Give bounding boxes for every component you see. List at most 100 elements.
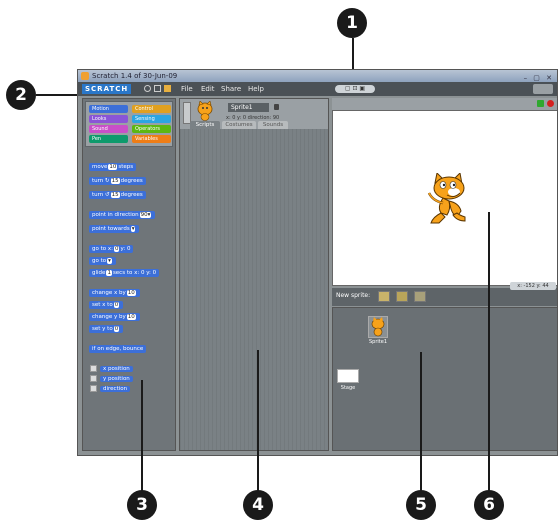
category-operators[interactable]: Operators: [132, 125, 171, 133]
presentation-mode-button[interactable]: [533, 84, 553, 94]
block-text: change y by: [92, 314, 126, 320]
block-text: move: [92, 164, 108, 170]
block-text: change x by: [92, 290, 126, 296]
sprite-list: Sprite1 Stage: [332, 307, 557, 451]
callout-marker-1: 1: [337, 8, 367, 38]
motion-block[interactable]: set x to 0: [89, 301, 124, 309]
stage-size-mode-buttons[interactable]: ▢ ⊡ ▣: [335, 85, 375, 93]
callout-leader-6: [488, 212, 490, 492]
block-text: degrees: [120, 192, 143, 198]
category-sensing[interactable]: Sensing: [132, 115, 171, 123]
sprite-name-field[interactable]: Sprite1: [228, 103, 269, 112]
random-sprite-icon[interactable]: [414, 291, 426, 302]
block-input[interactable]: 90▾: [139, 212, 152, 218]
window-title: Scratch 1.4 of 30-Jun-09: [92, 72, 178, 80]
reporter-block[interactable]: y position: [100, 376, 133, 382]
mouse-coordinate-readout: x: -152 y: 44: [510, 282, 556, 290]
reporter-row: x position: [90, 365, 133, 373]
reporter-row: direction: [90, 385, 131, 393]
block-input[interactable]: 10: [108, 164, 118, 170]
scratch-window: Scratch 1.4 of 30-Jun-09 – ▢ ✕ SCRATCH F…: [77, 69, 558, 456]
stop-sign-icon[interactable]: [547, 100, 554, 107]
reporter-checkbox[interactable]: [90, 375, 97, 382]
menu-file[interactable]: File: [181, 82, 193, 96]
block-input[interactable]: ▾: [130, 226, 136, 232]
tab-sounds[interactable]: Sounds: [258, 121, 288, 129]
app-icon: [81, 72, 89, 80]
sprite-thumbnail-cat-icon: [371, 317, 385, 337]
tab-scripts[interactable]: Scripts: [190, 121, 220, 129]
lock-icon[interactable]: [274, 104, 279, 110]
blocks-palette: Motion Control Looks Sensing Sound Operators P…: [82, 98, 176, 451]
motion-block[interactable]: go to ▾: [89, 257, 116, 265]
reporter-block[interactable]: direction: [100, 386, 131, 392]
tab-costumes[interactable]: Costumes: [222, 121, 256, 129]
block-input[interactable]: 15: [110, 178, 120, 184]
block-input[interactable]: 15: [110, 192, 120, 198]
stage-label: Stage: [340, 385, 356, 391]
paint-new-sprite-icon[interactable]: [378, 291, 390, 302]
script-area[interactable]: [180, 129, 328, 450]
cat-sprite-icon[interactable]: [427, 171, 471, 225]
menu-share[interactable]: Share: [221, 82, 241, 96]
stage-thumbnail[interactable]: [337, 369, 359, 383]
reporter-block[interactable]: x position: [100, 366, 133, 372]
callout-leader-2: [36, 94, 78, 96]
stage-toolbar: [332, 98, 557, 110]
category-motion[interactable]: Motion: [89, 105, 128, 113]
category-control[interactable]: Control: [132, 105, 171, 113]
motion-block[interactable]: go to x: 0 y: 0: [89, 245, 134, 253]
callout-marker-5: 5: [406, 490, 436, 520]
motion-block[interactable]: if on edge, bounce: [89, 345, 147, 353]
category-pen[interactable]: Pen: [89, 135, 128, 143]
reporter-checkbox[interactable]: [90, 365, 97, 372]
block-input[interactable]: 10: [126, 314, 136, 320]
reporter-row: y position: [90, 375, 133, 383]
category-variables[interactable]: Variables: [132, 135, 171, 143]
callout-marker-3: 3: [127, 490, 157, 520]
block-text: set y to: [92, 326, 113, 332]
block-input[interactable]: ▾: [107, 258, 112, 264]
block-input[interactable]: 0: [113, 326, 120, 332]
callout-leader-5: [420, 352, 422, 492]
motion-block[interactable]: glide 1 secs to x: 0 y: 0: [89, 269, 160, 277]
new-sprite-bar: New sprite: x: -152 y: 44: [332, 282, 557, 306]
motion-block[interactable]: point towards ▾: [89, 225, 140, 233]
block-input[interactable]: 0: [113, 246, 120, 252]
language-globe-icon[interactable]: [144, 85, 151, 92]
menu-edit[interactable]: Edit: [201, 82, 215, 96]
share-icon[interactable]: [164, 85, 171, 92]
motion-block[interactable]: change y by 10: [89, 313, 140, 321]
motion-block[interactable]: set y to 0: [89, 325, 124, 333]
callout-leader-3: [141, 380, 143, 492]
motion-block[interactable]: turn ↻ 15 degrees: [89, 177, 146, 185]
current-sprite-thumbnail-icon: [194, 100, 216, 121]
category-looks[interactable]: Looks: [89, 115, 128, 123]
motion-block[interactable]: point in direction 90▾: [89, 211, 156, 219]
category-sound[interactable]: Sound: [89, 125, 128, 133]
menu-help[interactable]: Help: [248, 82, 264, 96]
choose-sprite-from-file-icon[interactable]: [396, 291, 408, 302]
callout-leader-4: [257, 350, 259, 492]
category-selector: Motion Control Looks Sensing Sound Operators P…: [85, 101, 173, 147]
block-text: degrees: [120, 178, 143, 184]
block-input[interactable]: 1: [106, 270, 112, 276]
block-text: go to x:: [92, 246, 113, 252]
block-text: go to: [92, 258, 107, 264]
scripts-pane: Sprite1 x: 0 y: 0 direction: 90 Scripts …: [179, 98, 329, 451]
block-text: glide: [92, 270, 106, 276]
motion-block[interactable]: move 10 steps: [89, 163, 137, 171]
stage[interactable]: [332, 110, 557, 286]
sprite-info-panel: Sprite1 x: 0 y: 0 direction: 90 Scripts …: [180, 99, 328, 129]
motion-block[interactable]: turn ↺ 15 degrees: [89, 191, 146, 199]
reporter-checkbox[interactable]: [90, 385, 97, 392]
green-flag-icon[interactable]: [537, 100, 544, 107]
save-icon[interactable]: [154, 85, 161, 92]
motion-block[interactable]: change x by 10: [89, 289, 140, 297]
block-input[interactable]: 10: [126, 290, 136, 296]
callout-marker-4: 4: [243, 490, 273, 520]
sprite-thumbnail[interactable]: [368, 316, 388, 338]
block-text: point towards: [92, 226, 130, 232]
block-input[interactable]: 0: [113, 302, 120, 308]
block-text: steps: [118, 164, 134, 170]
